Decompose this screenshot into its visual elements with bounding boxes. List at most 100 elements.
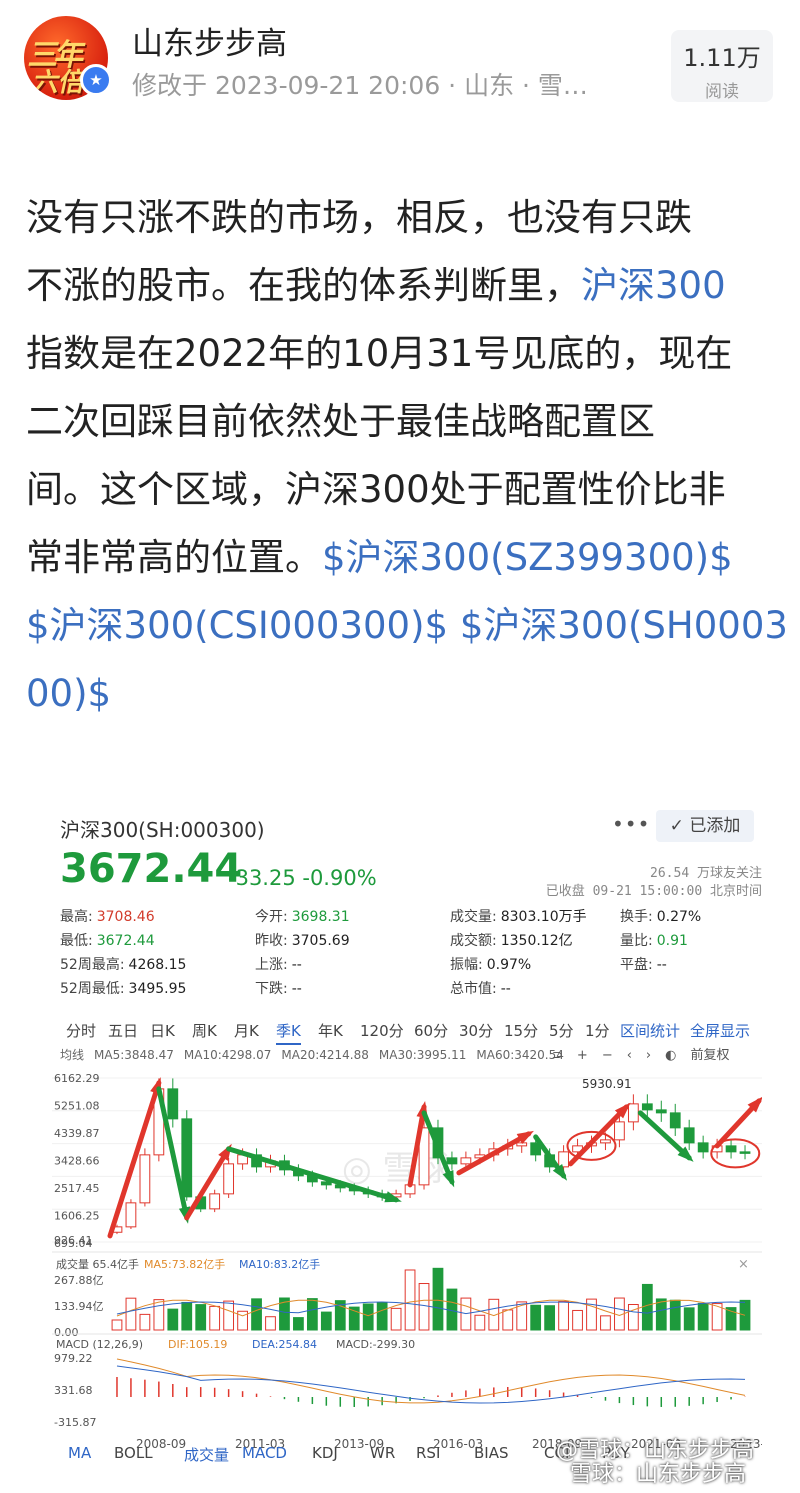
candle-body xyxy=(641,1103,653,1111)
candle-body xyxy=(181,1118,193,1198)
period-tab[interactable]: 5分 xyxy=(549,1020,574,1041)
stat-value: 0.27% xyxy=(656,909,702,925)
volume-bar xyxy=(376,1302,388,1331)
period-tab[interactable]: 30分 xyxy=(459,1020,493,1041)
indicator-tab[interactable]: KDJ xyxy=(312,1444,338,1462)
post-header: 三年 六倍 ★ 山东步步高 修改于 2023-09-21 20:06 · 山东 … xyxy=(0,0,800,120)
indicator-tab[interactable]: BIAS xyxy=(474,1444,509,1462)
fullscreen-link[interactable]: 全屏显示 xyxy=(690,1020,750,1041)
volume-bar xyxy=(558,1301,569,1331)
toolbar-button[interactable]: ⊃ xyxy=(552,1048,563,1063)
volume-bar xyxy=(181,1301,193,1331)
volume-bar xyxy=(139,1313,151,1331)
y-tick-label: 6162.29 xyxy=(54,1072,100,1085)
toolbar-button[interactable]: − xyxy=(602,1048,613,1063)
volume-bar xyxy=(153,1299,165,1331)
range-stats-link[interactable]: 区间统计 xyxy=(620,1020,680,1041)
indicator-tab[interactable]: MACD xyxy=(242,1444,287,1462)
toolbar-button[interactable]: ‹ xyxy=(627,1048,632,1063)
ma-label: MA30:3995.11 xyxy=(378,1048,467,1062)
period-tab[interactable]: 15分 xyxy=(504,1020,538,1041)
candle-body xyxy=(739,1151,751,1154)
toolbar-button[interactable]: 前复权 xyxy=(690,1048,729,1063)
candle-body xyxy=(167,1088,179,1120)
article-line: 没有只涨不跌的市场，相反，也没有只跌 xyxy=(26,196,692,239)
indicator-tab[interactable]: WR xyxy=(370,1444,395,1462)
toolbar-button[interactable]: ◐ xyxy=(665,1048,676,1063)
more-menu-icon[interactable]: ••• xyxy=(612,812,650,836)
volume-bar xyxy=(432,1267,444,1331)
stock-link-hs300[interactable]: 沪深300 xyxy=(581,264,726,307)
candle-body xyxy=(669,1112,681,1129)
volume-bar xyxy=(669,1299,681,1331)
volume-bar xyxy=(293,1317,304,1331)
y-tick-label: 5251.08 xyxy=(54,1100,100,1113)
stat-value: -- xyxy=(291,981,302,997)
indicator-tab[interactable]: 成交量 xyxy=(184,1444,229,1465)
quote-screenshot[interactable]: 沪深300(SH:000300) ••• ✓ 已添加 3672.44 -33.2… xyxy=(52,800,762,1490)
period-tab[interactable]: 季K xyxy=(276,1020,301,1045)
period-tab[interactable]: 60分 xyxy=(414,1020,448,1041)
stock-link-sh000300-cont[interactable]: 00)$ xyxy=(26,672,111,715)
stat-label: 换手: xyxy=(620,909,653,925)
candle-body xyxy=(558,1151,569,1168)
period-tab[interactable]: 五日 xyxy=(108,1020,138,1041)
stat-label: 下跌: xyxy=(255,981,288,997)
stat-value: -- xyxy=(500,981,511,997)
macd-tick-label: 331.68 xyxy=(54,1384,93,1397)
volume-bar xyxy=(530,1304,542,1331)
candle-body xyxy=(627,1103,639,1123)
stat-label: 昨收: xyxy=(255,933,288,949)
volume-bar xyxy=(125,1297,137,1331)
macd-legend: MACD (12,26,9) xyxy=(56,1338,143,1351)
y-tick-label: 2517.45 xyxy=(54,1182,100,1195)
toolbar-button[interactable]: › xyxy=(646,1048,651,1063)
stat-value: 3705.69 xyxy=(291,933,350,949)
author-name[interactable]: 山东步步高 xyxy=(132,18,287,63)
stat-label: 振幅: xyxy=(450,957,483,973)
period-tab[interactable]: 月K xyxy=(234,1020,259,1041)
y-tick-label: 4339.87 xyxy=(54,1127,100,1140)
added-button[interactable]: ✓ 已添加 xyxy=(656,810,754,842)
candle-body xyxy=(697,1142,709,1153)
stat-value: 3495.95 xyxy=(128,981,187,997)
period-tab[interactable]: 年K xyxy=(318,1020,343,1041)
indicator-tab[interactable]: MA xyxy=(68,1444,91,1462)
volume-bar xyxy=(404,1269,416,1331)
indicator-tab[interactable]: BOLL xyxy=(114,1444,153,1462)
quote-stat: 成交量: 8303.10万手 xyxy=(450,906,587,926)
stock-link-sz399300[interactable]: $沪深300(SZ399300)$ xyxy=(322,536,733,579)
stock-link-sh000300[interactable]: $沪深300(SH0003 xyxy=(460,604,788,647)
indicator-tab[interactable]: RSI xyxy=(416,1444,440,1462)
volume-bar xyxy=(265,1316,276,1331)
stat-label: 成交额: xyxy=(450,933,497,949)
period-tab[interactable]: 1分 xyxy=(585,1020,610,1041)
volume-bar xyxy=(306,1298,318,1331)
period-tab[interactable]: 120分 xyxy=(360,1020,404,1041)
stat-value: 8303.10万手 xyxy=(500,909,587,925)
article-line: 二次回踩目前依然处于最佳战略配置区 xyxy=(26,400,655,443)
period-tab[interactable]: 日K xyxy=(150,1020,175,1041)
volume-bar xyxy=(223,1300,235,1331)
stock-link-csi000300[interactable]: $沪深300(CSI000300)$ xyxy=(26,604,448,647)
stat-label: 今开: xyxy=(255,909,288,925)
toolbar-button[interactable]: + xyxy=(577,1048,588,1063)
reads-label: 阅读 xyxy=(705,82,739,102)
stat-value: 3698.31 xyxy=(291,909,350,925)
stat-value: 0.91 xyxy=(656,933,688,949)
article-line: 间。这个区域，沪深300处于配置性价比非 xyxy=(26,468,726,511)
candle-body xyxy=(223,1163,235,1195)
reads-badge: 1.11万 阅读 xyxy=(671,30,773,102)
stat-label: 上涨: xyxy=(255,957,288,973)
volume-bar xyxy=(111,1319,123,1331)
y-tick-label: 1606.25 xyxy=(54,1210,100,1223)
period-tab[interactable]: 周K xyxy=(192,1020,217,1041)
stat-value: 4268.15 xyxy=(128,957,187,973)
quote-stat: 振幅: 0.97% xyxy=(450,954,531,974)
watermark-2: 雪球：山东步步高 xyxy=(570,1462,747,1487)
post-meta: 修改于 2023-09-21 20:06 · 山东 · 雪… xyxy=(132,71,588,100)
y-tick-label: 926.41 xyxy=(54,1234,93,1247)
trend-arrowhead xyxy=(516,1130,534,1145)
period-tab[interactable]: 分时 xyxy=(66,1020,96,1041)
kline-chart[interactable]: 6162.29 5251.08 4339.87 3428.66 2517.45 1606.… xyxy=(52,1062,762,1454)
